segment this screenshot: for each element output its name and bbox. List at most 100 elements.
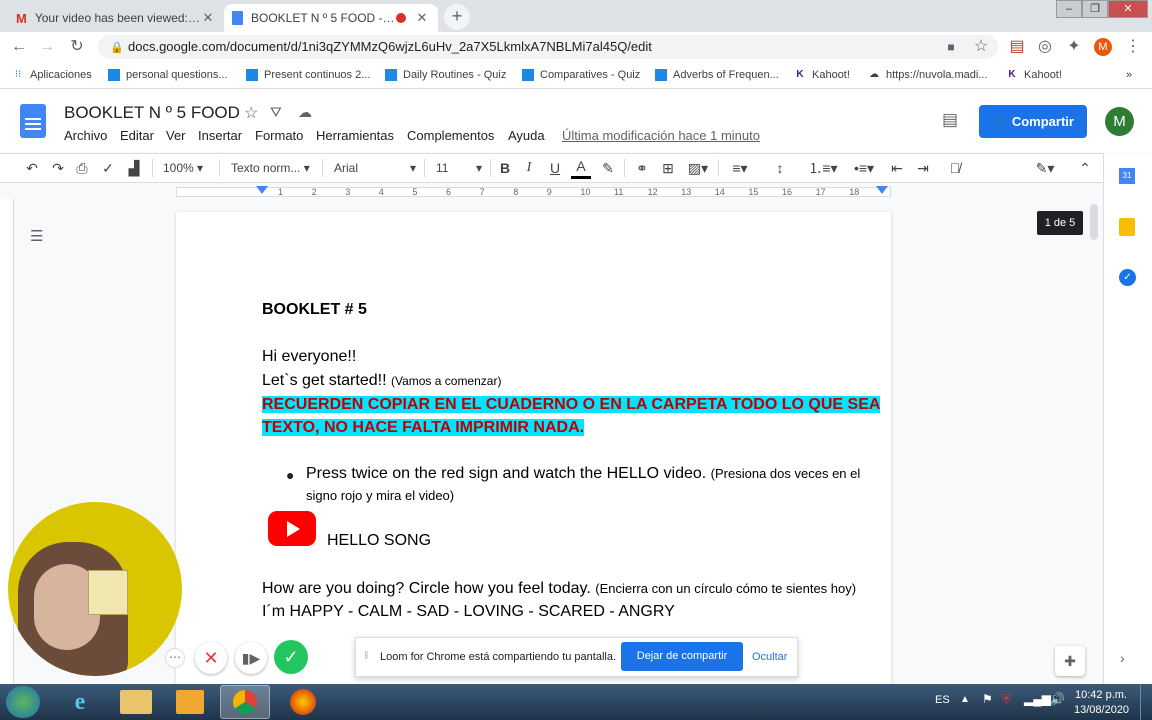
tasks-icon[interactable]: ✓: [1119, 269, 1136, 286]
redo-icon[interactable]: ↷: [48, 157, 68, 179]
undo-icon[interactable]: ↶: [22, 157, 42, 179]
numbered-list-icon[interactable]: ⒈≡▾: [805, 157, 841, 179]
menu-insertar[interactable]: Insertar: [198, 128, 242, 143]
back-icon[interactable]: ←: [8, 36, 30, 58]
media-player-icon[interactable]: [176, 690, 204, 714]
puzzle-icon[interactable]: ✦: [1063, 36, 1085, 58]
underline-icon[interactable]: U: [546, 157, 564, 179]
menu-editar[interactable]: Editar: [120, 128, 154, 143]
left-indent-marker[interactable]: [256, 186, 268, 194]
hide-button[interactable]: Ocultar: [752, 651, 787, 663]
chrome-taskbar-button[interactable]: [220, 685, 270, 719]
file-explorer-icon[interactable]: [120, 690, 152, 714]
pdf-extension-icon[interactable]: ▤: [1006, 36, 1028, 58]
stop-sharing-button[interactable]: Dejar de compartir: [621, 642, 743, 671]
reload-icon[interactable]: ↻: [66, 36, 88, 58]
style-select[interactable]: Texto norm... ▾: [231, 157, 315, 179]
bookmark-item[interactable]: K Kahoot!: [1006, 67, 1062, 83]
font-size-select[interactable]: 11 ▾: [436, 157, 482, 179]
youtube-play-icon[interactable]: [268, 511, 316, 546]
camera-icon[interactable]: ■: [940, 36, 962, 58]
print-icon[interactable]: ⎙: [72, 157, 92, 179]
bookmark-item[interactable]: Comparatives - Quiz: [522, 67, 640, 83]
loom-finish-icon[interactable]: ✓: [274, 640, 308, 674]
clock-date[interactable]: 13/08/2020: [1074, 704, 1129, 716]
bookmark-item[interactable]: personal questions...: [108, 67, 228, 83]
bold-icon[interactable]: B: [496, 157, 514, 179]
bulleted-list-icon[interactable]: •≡▾: [846, 157, 882, 179]
explore-icon[interactable]: ✚: [1055, 646, 1085, 676]
firefox-icon[interactable]: [290, 689, 316, 715]
last-modified-link[interactable]: Última modificación hace 1 minuto: [562, 128, 760, 143]
collapse-menus-icon[interactable]: ⌃: [1075, 157, 1095, 179]
increase-indent-icon[interactable]: ⇥: [912, 157, 934, 179]
tab-gmail[interactable]: M Your video has been viewed: BO ✕: [8, 4, 224, 32]
highlight-color-icon[interactable]: ✎: [598, 157, 618, 179]
bookmark-item[interactable]: ☁ https://nuvola.madi...: [868, 67, 988, 83]
new-tab-button[interactable]: +: [444, 4, 470, 30]
forward-icon[interactable]: →: [36, 36, 58, 58]
profile-avatar[interactable]: M: [1094, 38, 1112, 56]
comments-icon[interactable]: ▤: [942, 110, 958, 130]
drag-handle-icon[interactable]: ‖: [364, 650, 369, 662]
bookmarks-overflow-icon[interactable]: »: [1126, 67, 1132, 83]
align-icon[interactable]: ≡▾: [726, 157, 754, 179]
clock-time[interactable]: 10:42 p.m.: [1074, 689, 1128, 701]
lock-icon[interactable]: 🔒: [110, 41, 124, 54]
webcam-bubble[interactable]: [8, 502, 182, 676]
restore-button[interactable]: ❐: [1082, 0, 1108, 18]
menu-ayuda[interactable]: Ayuda: [508, 128, 545, 143]
flag-icon[interactable]: ⚑: [982, 692, 993, 706]
close-window-button[interactable]: ✕: [1108, 0, 1148, 18]
calendar-icon[interactable]: 31: [1119, 168, 1135, 184]
document-title[interactable]: BOOKLET N º 5 FOOD: [64, 103, 240, 123]
close-tab-icon[interactable]: ✕: [200, 10, 216, 26]
clear-formatting-icon[interactable]: Ｔ̸: [944, 157, 966, 179]
close-tab-icon[interactable]: ✕: [414, 10, 430, 26]
menu-formato[interactable]: Formato: [255, 128, 303, 143]
language-indicator[interactable]: ES: [935, 694, 950, 706]
loom-more-icon[interactable]: ⋯: [165, 648, 185, 668]
loom-pause-icon[interactable]: ▮▶: [235, 642, 267, 674]
chrome-menu-icon[interactable]: ⋮: [1122, 36, 1144, 58]
url-input[interactable]: docs.google.com/document/d/1ni3qZYMMzQ6w…: [98, 35, 998, 59]
security-icon[interactable]: ⛨: [1002, 692, 1011, 707]
volume-icon[interactable]: 🔊: [1050, 692, 1065, 706]
bookmark-item[interactable]: Daily Routines - Quiz: [385, 67, 506, 83]
star-icon[interactable]: ☆: [970, 36, 992, 58]
google-docs-logo-icon[interactable]: [20, 104, 46, 138]
menu-herramientas[interactable]: Herramientas: [316, 128, 394, 143]
network-icon[interactable]: ▂▄▆: [1024, 692, 1051, 706]
bookmark-item[interactable]: K Kahoot!: [794, 67, 850, 83]
spellcheck-icon[interactable]: ✓: [98, 157, 118, 179]
menu-archivo[interactable]: Archivo: [64, 128, 107, 143]
expand-side-panel-icon[interactable]: ›: [1120, 650, 1125, 666]
add-comment-icon[interactable]: ⊞: [658, 157, 678, 179]
bookmark-apps[interactable]: ⁝⁝ Aplicaciones: [12, 67, 92, 83]
paint-format-icon[interactable]: ▟: [124, 157, 144, 179]
star-document-icon[interactable]: ☆: [244, 103, 258, 123]
insert-image-icon[interactable]: ▨▾: [684, 157, 712, 179]
show-hidden-icons-icon[interactable]: ▲: [960, 694, 970, 705]
share-button[interactable]: 👤 Compartir: [979, 105, 1087, 138]
keep-icon[interactable]: [1119, 218, 1135, 236]
bookmark-item[interactable]: Present continuos 2...: [246, 67, 370, 83]
internet-explorer-icon[interactable]: e: [62, 686, 98, 718]
scrollbar-thumb[interactable]: [1090, 204, 1098, 240]
outline-icon[interactable]: ☰: [30, 227, 43, 245]
text-color-icon[interactable]: A: [571, 157, 591, 179]
show-desktop-button[interactable]: [1140, 684, 1152, 720]
start-button-icon[interactable]: [6, 686, 40, 718]
move-to-drive-icon[interactable]: ⛛: [270, 104, 282, 121]
loom-cancel-icon[interactable]: ✕: [195, 642, 227, 674]
insert-link-icon[interactable]: ⚭: [632, 157, 652, 179]
tab-docs[interactable]: BOOKLET N º 5 FOOD - Docs ✕: [224, 4, 438, 32]
decrease-indent-icon[interactable]: ⇤: [886, 157, 908, 179]
bookmark-item[interactable]: Adverbs of Frequen...: [655, 67, 779, 83]
zoom-select[interactable]: 100% ▾: [163, 157, 213, 179]
minimize-button[interactable]: –: [1056, 0, 1082, 18]
extension-icon[interactable]: ◎: [1034, 36, 1056, 58]
right-indent-marker[interactable]: [876, 186, 888, 194]
editing-mode-icon[interactable]: ✎▾: [1030, 157, 1060, 179]
line-spacing-icon[interactable]: ↕: [770, 157, 790, 179]
